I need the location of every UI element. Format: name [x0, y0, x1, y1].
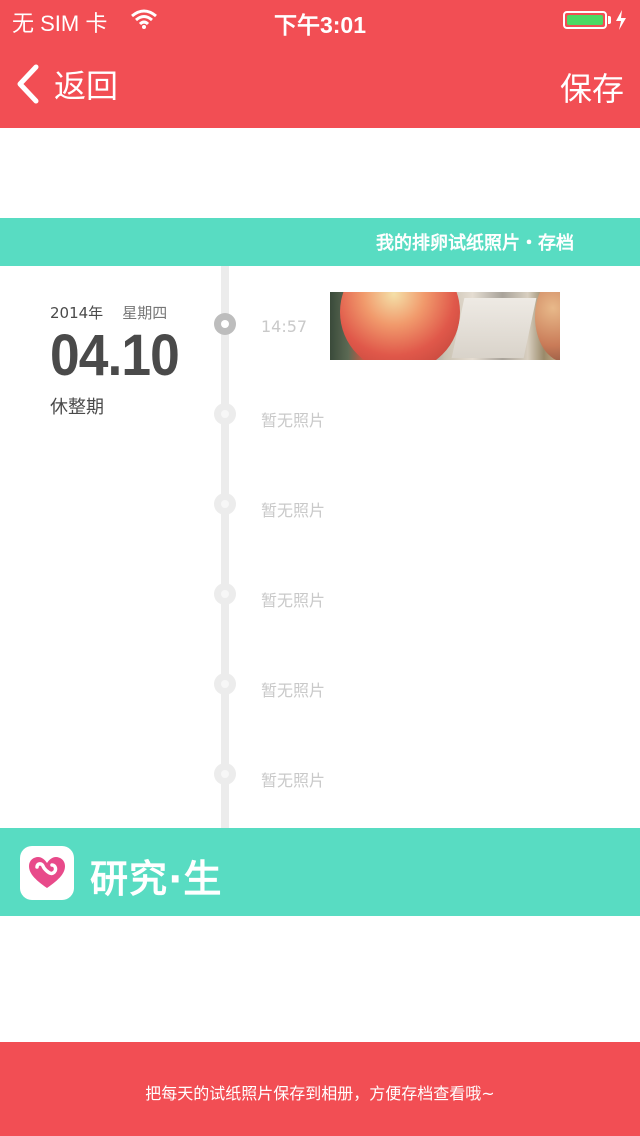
entry-time: 14:57	[261, 317, 308, 336]
chevron-left-icon	[17, 64, 39, 104]
timeline-dot	[214, 313, 236, 335]
date-weekday: 星期四	[122, 304, 168, 322]
date-day: 04.10	[50, 323, 180, 388]
archive-header: 我的排卵试纸照片・存档	[0, 218, 640, 266]
status-time: 下午3:01	[273, 12, 367, 38]
charging-icon	[616, 10, 626, 30]
heart-logo-icon	[29, 857, 65, 888]
cycle-phase: 休整期	[50, 397, 104, 418]
brand-name: 研究·生	[90, 857, 223, 901]
battery-nub	[608, 16, 611, 24]
save-button[interactable]: 保存	[560, 64, 624, 110]
entry-empty-label: 暂无照片	[261, 411, 326, 430]
entry-empty-label: 暂无照片	[261, 591, 326, 610]
timeline-line	[221, 266, 229, 828]
status-bar: 无 SIM 卡 下午3:01	[0, 0, 640, 40]
test-strip-photo[interactable]	[330, 292, 560, 360]
entry-empty-label: 暂无照片	[261, 681, 326, 700]
date-block: 2014年 星期四 04.10 休整期	[50, 302, 190, 419]
archive-title: 我的排卵试纸照片・存档	[376, 233, 574, 254]
footer-message: 把每天的试纸照片保存到相册，方便存档查看哦~	[145, 1084, 495, 1103]
entry-empty-label: 暂无照片	[261, 501, 326, 520]
back-button[interactable]: 返回	[14, 62, 118, 106]
brand-bar: 研究·生	[0, 828, 640, 916]
timeline-dot	[214, 763, 236, 785]
timeline-dot	[214, 493, 236, 515]
app-logo-icon	[20, 846, 74, 900]
entry-empty-label: 暂无照片	[261, 771, 326, 790]
battery-icon	[563, 11, 607, 29]
back-label: 返回	[54, 67, 119, 105]
nav-bar: 返回 保存	[0, 40, 640, 128]
timeline-dot	[214, 673, 236, 695]
timeline-dot	[214, 583, 236, 605]
timeline-dot	[214, 403, 236, 425]
date-year: 2014年	[50, 304, 104, 322]
footer-banner: 把每天的试纸照片保存到相册，方便存档查看哦~	[0, 1042, 640, 1136]
